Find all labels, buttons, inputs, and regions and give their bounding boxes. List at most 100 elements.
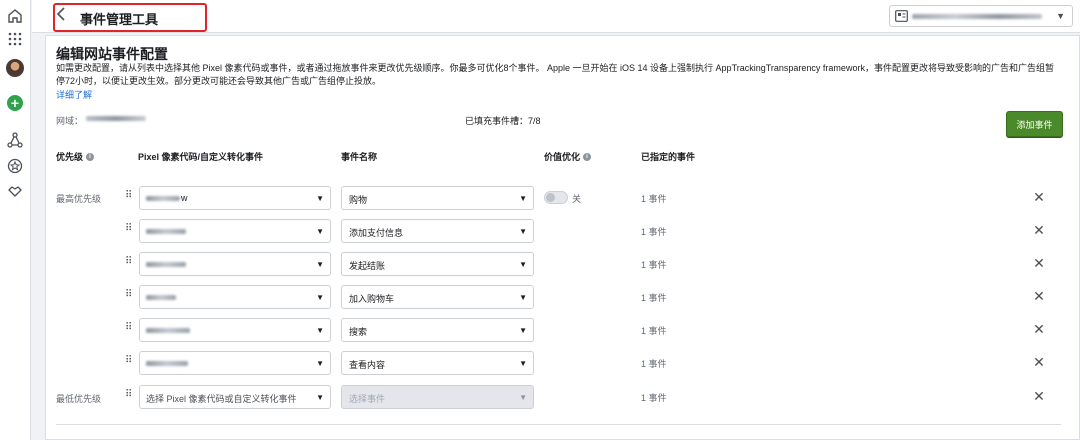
caret-down-icon: ▼ (316, 260, 324, 269)
assigned-count: 1 事件 (641, 393, 667, 403)
caret-down-icon: ▼ (316, 326, 324, 335)
slots-filled: 已填充事件槽：7/8 (465, 116, 541, 126)
pixel-select[interactable]: ▼ (139, 252, 331, 276)
drag-handle-icon[interactable]: ⠿ (125, 224, 133, 234)
caret-down-icon: ▼ (519, 260, 527, 269)
caret-down-icon: ▼ (519, 227, 527, 236)
value-optimization-toggle[interactable] (544, 191, 568, 204)
drag-handle-icon[interactable]: ⠿ (125, 191, 133, 201)
assigned-count: 1 事件 (641, 260, 667, 270)
assigned-count: 1 事件 (641, 194, 667, 204)
close-icon[interactable]: ✕ (1032, 387, 1046, 405)
caret-down-icon: ▼ (1056, 11, 1065, 21)
drag-handle-icon[interactable]: ⠿ (125, 356, 133, 366)
pixel-select-empty[interactable]: 选择 Pixel 像素代码或自定义转化事件 ▼ (139, 385, 331, 409)
table-row: ⠿ w ▼ 购物 ▼ 关 1 事件 ✕ (46, 186, 1079, 212)
domain-value-redacted (86, 116, 146, 121)
home-icon[interactable] (5, 6, 25, 26)
toggle-knob (546, 193, 555, 202)
network-icon[interactable] (5, 130, 25, 150)
pixel-name-redacted (146, 229, 186, 234)
create-plus-icon[interactable]: + (7, 95, 23, 111)
header-priority-label: 优先级 (56, 152, 84, 162)
event-value: 添加支付信息 (349, 228, 404, 238)
event-value: 加入购物车 (349, 294, 395, 304)
pixel-select[interactable]: ▼ (139, 219, 331, 243)
event-select-disabled: 选择事件 ▼ (341, 385, 534, 409)
assigned-count: 1 事件 (641, 326, 667, 336)
caret-down-icon: ▼ (519, 326, 527, 335)
event-select[interactable]: 添加支付信息 ▼ (341, 219, 534, 243)
event-value: 发起结账 (349, 261, 386, 271)
header-pixel-label: Pixel 像素代码/自定义转化事件 (138, 152, 264, 162)
header-assigned-events: 已指定的事件 (641, 150, 695, 163)
apps-grid-icon[interactable] (5, 29, 25, 49)
event-select[interactable]: 加入购物车 ▼ (341, 285, 534, 309)
domain-label: 网域： (56, 116, 84, 126)
pixel-name-redacted (146, 196, 180, 201)
table-row: ⠿ ▼ 加入购物车 ▼ 1 事件 ✕ (46, 285, 1079, 311)
table-row: ⠿ 选择 Pixel 像素代码或自定义转化事件 ▼ 选择事件 ▼ 1 事件 ✕ (46, 385, 1079, 411)
toggle-off-label: 关 (572, 194, 582, 204)
assigned-count: 1 事件 (641, 359, 667, 369)
handshake-icon[interactable] (5, 182, 25, 202)
account-selector[interactable]: ▼ (889, 5, 1073, 27)
pixel-value: w (181, 193, 188, 203)
event-placeholder: 选择事件 (349, 394, 386, 404)
left-rail: + (0, 0, 31, 440)
caret-down-icon: ▼ (519, 194, 527, 203)
table-row: ⠿ ▼ 查看内容 ▼ 1 事件 ✕ (46, 351, 1079, 377)
close-icon[interactable]: ✕ (1032, 254, 1046, 272)
event-select[interactable]: 搜索 ▼ (341, 318, 534, 342)
event-config-card: 编辑网站事件配置 如需更改配置，请从列表中选择其他 Pixel 像素代码或事件，… (45, 35, 1080, 440)
pixel-name-redacted (146, 328, 190, 333)
table-row: ⠿ ▼ 添加支付信息 ▼ 1 事件 ✕ (46, 219, 1079, 245)
account-name-redacted (912, 14, 1042, 19)
header-pixel: Pixel 像素代码/自定义转化事件 (138, 150, 263, 163)
avatar[interactable] (6, 59, 24, 77)
caret-down-icon: ▼ (316, 293, 324, 302)
event-value: 购物 (349, 195, 368, 205)
drag-handle-icon[interactable]: ⠿ (125, 323, 133, 333)
tool-title: 事件管理工具 (80, 12, 159, 27)
caret-down-icon: ▼ (519, 293, 527, 302)
drag-handle-icon[interactable]: ⠿ (125, 257, 133, 267)
drag-handle-icon[interactable]: ⠿ (125, 290, 133, 300)
info-icon[interactable]: i (86, 152, 95, 161)
back-chevron-icon[interactable] (56, 6, 70, 24)
learn-more-link[interactable]: 详细了解 (56, 88, 92, 101)
caret-down-icon: ▼ (519, 359, 527, 368)
pixel-name-redacted (146, 295, 176, 300)
header-event-name: 事件名称 (341, 150, 377, 163)
event-value: 查看内容 (349, 360, 386, 370)
info-icon[interactable]: i (583, 152, 592, 161)
page-title: 编辑网站事件配置 (56, 46, 168, 62)
close-icon[interactable]: ✕ (1032, 353, 1046, 371)
event-select[interactable]: 发起结账 ▼ (341, 252, 534, 276)
caret-down-icon: ▼ (316, 227, 324, 236)
event-select[interactable]: 查看内容 ▼ (341, 351, 534, 375)
close-icon[interactable]: ✕ (1032, 221, 1046, 239)
header-assigned-label: 已指定的事件 (641, 152, 696, 162)
caret-down-icon: ▼ (519, 393, 527, 402)
table-row: ⠿ ▼ 发起结账 ▼ 1 事件 ✕ (46, 252, 1079, 278)
drag-handle-icon[interactable]: ⠿ (125, 390, 133, 400)
close-icon[interactable]: ✕ (1032, 287, 1046, 305)
pixel-select[interactable]: ▼ (139, 318, 331, 342)
add-event-button[interactable]: 添加事件 (1006, 111, 1063, 137)
top-bar: 事件管理工具 ▼ (32, 0, 1080, 33)
close-icon[interactable]: ✕ (1032, 320, 1046, 338)
pixel-select[interactable]: ▼ (139, 285, 331, 309)
caret-down-icon: ▼ (316, 393, 324, 402)
divider (56, 424, 1061, 425)
pixel-name-redacted (146, 361, 188, 366)
star-circle-icon[interactable] (5, 156, 25, 176)
pixel-name-redacted (146, 262, 186, 267)
page-description: 如需更改配置，请从列表中选择其他 Pixel 像素代码或事件，或者通过拖放事件来… (56, 63, 1054, 86)
header-value-opt-label: 价值优化 (544, 152, 581, 162)
pixel-select[interactable]: ▼ (139, 351, 331, 375)
table-row: ⠿ ▼ 搜索 ▼ 1 事件 ✕ (46, 318, 1079, 344)
event-select[interactable]: 购物 ▼ (341, 186, 534, 210)
pixel-select[interactable]: w ▼ (139, 186, 331, 210)
close-icon[interactable]: ✕ (1032, 188, 1046, 206)
